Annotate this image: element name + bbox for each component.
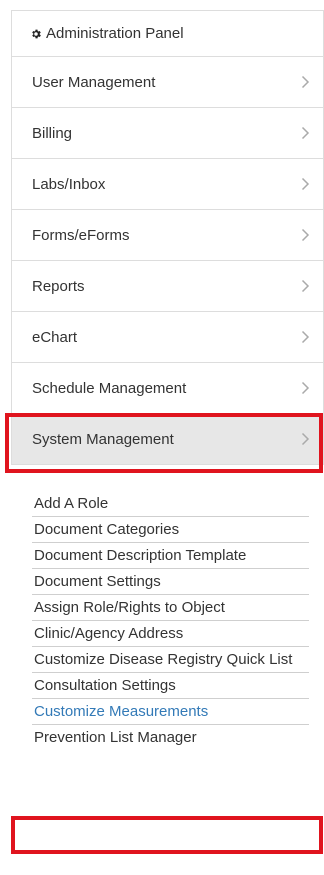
panel-heading: Administration Panel	[12, 11, 323, 57]
gear-icon	[32, 29, 41, 38]
chevron-right-icon	[301, 228, 310, 242]
chevron-right-icon	[301, 381, 310, 395]
menu-item-label: Schedule Management	[32, 379, 187, 397]
menu-item-labs-inbox[interactable]: Labs/Inbox	[12, 159, 323, 210]
menu-item-billing[interactable]: Billing	[12, 108, 323, 159]
menu-item-system-management[interactable]: System Management	[12, 414, 323, 465]
chevron-right-icon	[301, 330, 310, 344]
submenu-item-document-categories[interactable]: Document Categories	[32, 517, 309, 543]
chevron-right-icon	[301, 279, 310, 293]
menu-item-label: System Management	[32, 430, 174, 448]
menu-item-echart[interactable]: eChart	[12, 312, 323, 363]
submenu-item-add-a-role[interactable]: Add A Role	[32, 491, 309, 517]
submenu-item-assign-role-rights[interactable]: Assign Role/Rights to Object	[32, 595, 309, 621]
chevron-right-icon	[301, 432, 310, 446]
highlight-customize-measurements	[11, 816, 323, 854]
menu-item-label: User Management	[32, 73, 156, 91]
panel-title: Administration Panel	[46, 25, 184, 42]
submenu-item-prevention-list-manager[interactable]: Prevention List Manager	[32, 725, 309, 750]
menu-item-schedule-management[interactable]: Schedule Management	[12, 363, 323, 414]
submenu-item-customize-disease-registry[interactable]: Customize Disease Registry Quick List	[32, 647, 309, 673]
menu-item-label: Labs/Inbox	[32, 175, 106, 193]
submenu-item-clinic-agency-address[interactable]: Clinic/Agency Address	[32, 621, 309, 647]
menu-item-label: Billing	[32, 124, 73, 142]
system-management-submenu: Add A Role Document Categories Document …	[32, 491, 309, 750]
submenu-item-customize-measurements[interactable]: Customize Measurements	[32, 699, 309, 725]
menu-item-label: Forms/eForms	[32, 226, 130, 244]
submenu-item-document-description-template[interactable]: Document Description Template	[32, 543, 309, 569]
chevron-right-icon	[301, 177, 310, 191]
submenu-item-document-settings[interactable]: Document Settings	[32, 569, 309, 595]
administration-panel: Administration Panel User Management Bil…	[11, 10, 324, 465]
menu-item-label: Reports	[32, 277, 85, 295]
menu-item-forms-eforms[interactable]: Forms/eForms	[12, 210, 323, 261]
submenu-item-consultation-settings[interactable]: Consultation Settings	[32, 673, 309, 699]
chevron-right-icon	[301, 75, 310, 89]
menu-item-reports[interactable]: Reports	[12, 261, 323, 312]
menu-item-label: eChart	[32, 328, 78, 346]
menu-item-user-management[interactable]: User Management	[12, 57, 323, 108]
chevron-right-icon	[301, 126, 310, 140]
